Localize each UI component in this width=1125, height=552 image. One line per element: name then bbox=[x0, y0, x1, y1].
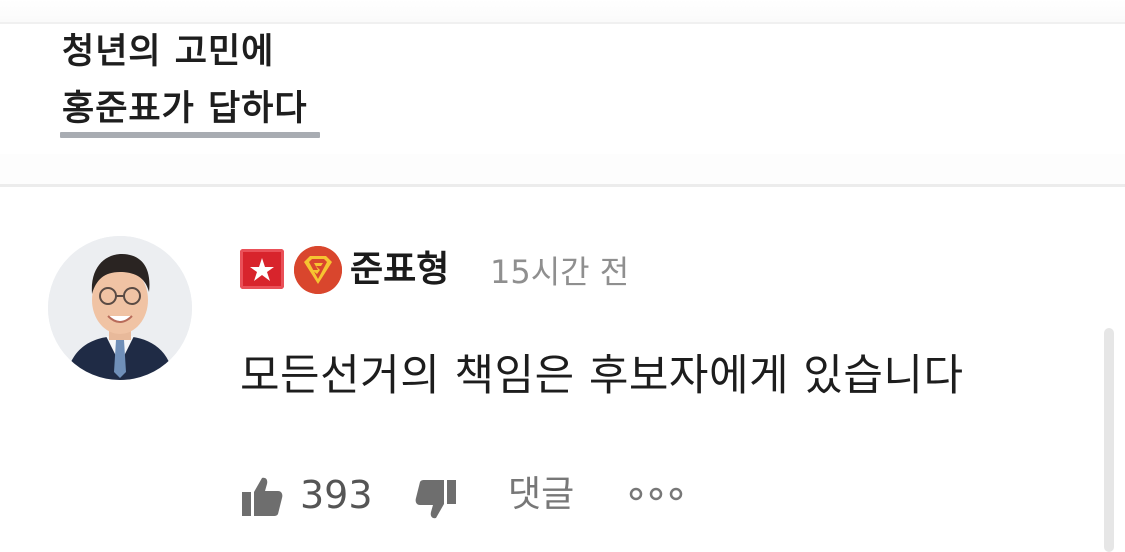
title-underline bbox=[60, 132, 320, 138]
red-star-badge bbox=[240, 249, 284, 289]
avatar-image bbox=[48, 236, 192, 380]
post-title-line2: 홍준표가 답하다 bbox=[62, 89, 308, 129]
reply-button[interactable]: 댓글 bbox=[508, 470, 574, 520]
thumbs-down-icon[interactable] bbox=[414, 478, 458, 522]
divider bbox=[0, 184, 1125, 187]
superman-badge bbox=[294, 246, 342, 294]
comment-actions: 393 댓글 bbox=[240, 470, 700, 520]
top-separator bbox=[0, 0, 1125, 24]
section-gap bbox=[0, 154, 1125, 184]
avatar[interactable] bbox=[48, 236, 192, 380]
star-icon bbox=[250, 258, 274, 281]
like-count: 393 bbox=[300, 473, 373, 517]
post-title-line1: 청년의 고민에 bbox=[62, 32, 275, 72]
comment-time: 15시간 전 bbox=[490, 253, 630, 291]
comment-text: 모든선거의 책임은 후보자에게 있습니다 bbox=[240, 351, 964, 401]
more-dots-icon[interactable] bbox=[628, 484, 684, 504]
scrollbar[interactable] bbox=[1104, 328, 1114, 552]
comment-author[interactable]: 준표형 bbox=[350, 246, 449, 294]
page: 청년의 고민에 홍준표가 답하다 준표형 15시간 전 모든선거의 책임은 후보… bbox=[0, 0, 1125, 552]
post-title-card[interactable]: 청년의 고민에 홍준표가 답하다 bbox=[0, 24, 1125, 154]
thumbs-up-icon[interactable] bbox=[240, 474, 284, 518]
superman-icon bbox=[294, 246, 342, 294]
